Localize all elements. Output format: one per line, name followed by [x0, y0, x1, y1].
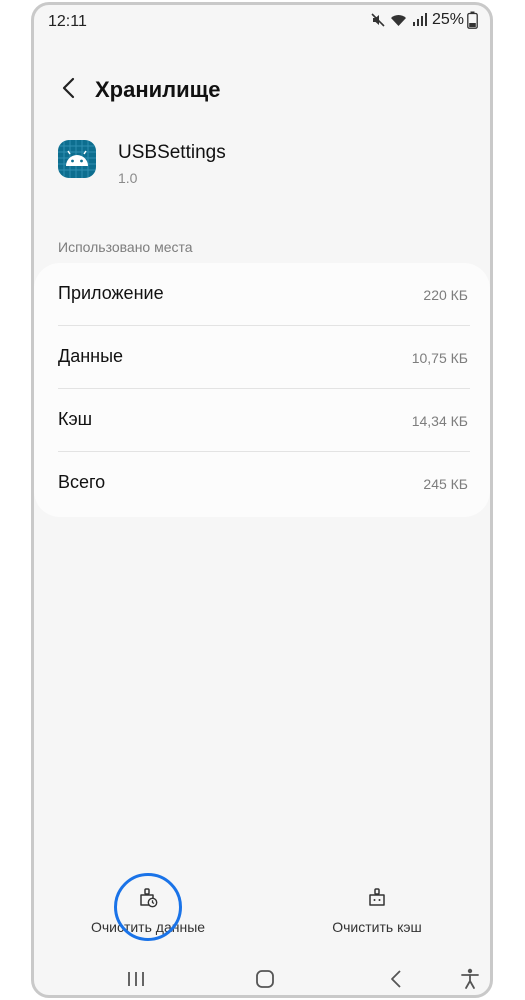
battery-percentage: 25%	[431, 11, 464, 28]
clear-cache-label: Очистить кэш	[332, 919, 422, 935]
app-bar: Хранилище	[34, 65, 490, 113]
recents-icon	[128, 972, 144, 986]
row-label: Кэш	[58, 409, 93, 429]
accessibility-button[interactable]	[450, 965, 490, 993]
row-label: Данные	[58, 346, 124, 366]
home-button[interactable]	[245, 965, 285, 993]
storage-row-app: Приложение 220 КБ	[34, 263, 490, 326]
back-button[interactable]	[54, 73, 84, 103]
back-arrow-icon	[62, 77, 75, 99]
nav-back-button[interactable]	[376, 965, 416, 993]
storage-row-cache: Кэш 14,34 КБ	[34, 389, 490, 452]
clear-data-icon	[140, 888, 158, 908]
clear-data-button[interactable]: Очистить данные	[58, 887, 238, 937]
row-label: Приложение	[58, 283, 164, 303]
row-value: 10,75 КБ	[411, 350, 468, 366]
section-title: Использовано места	[58, 239, 193, 255]
page-title: Хранилище	[95, 77, 221, 102]
clear-cache-icon	[369, 888, 385, 906]
storage-row-total: Всего 245 КБ	[34, 452, 490, 515]
clear-data-label: Очистить данные	[90, 919, 206, 935]
recents-button[interactable]	[116, 965, 156, 993]
row-value: 14,34 КБ	[411, 413, 468, 429]
status-icons: 25%	[370, 11, 478, 29]
row-label: Всего	[58, 472, 106, 492]
row-value: 220 КБ	[423, 287, 468, 303]
row-value: 245 КБ	[423, 476, 468, 492]
app-version: 1.0	[118, 170, 138, 186]
battery-icon	[467, 11, 478, 29]
clear-cache-button[interactable]: Очистить кэш	[287, 887, 467, 937]
status-bar: 12:11 25%	[34, 5, 490, 39]
storage-row-data: Данные 10,75 КБ	[34, 326, 490, 389]
storage-card: Приложение 220 КБ Данные 10,75 КБ Кэш 14…	[34, 263, 490, 517]
android-app-icon	[58, 140, 96, 178]
phone-screen: 12:11 25% Хранилище USBSettings 1.0 Испо…	[31, 2, 493, 998]
mute-icon	[370, 12, 386, 28]
back-icon	[391, 970, 401, 988]
navigation-bar	[34, 955, 490, 995]
accessibility-icon	[461, 968, 479, 989]
app-name: USBSettings	[118, 142, 226, 163]
signal-icon	[411, 12, 427, 28]
home-icon	[256, 970, 274, 988]
wifi-icon	[389, 12, 408, 28]
status-time: 12:11	[48, 13, 87, 30]
